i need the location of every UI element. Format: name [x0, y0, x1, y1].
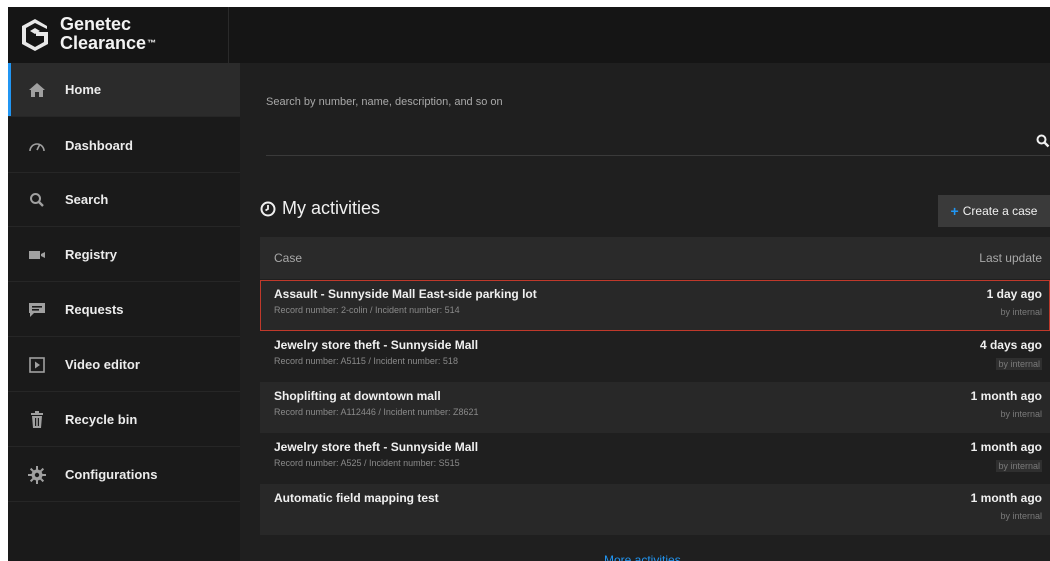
- gauge-icon: [28, 137, 46, 155]
- sidebar-item-configurations[interactable]: Configurations: [8, 448, 240, 502]
- create-case-button[interactable]: + Create a case: [938, 195, 1050, 227]
- sidebar-item-video-editor[interactable]: Video editor: [8, 338, 240, 392]
- search-input[interactable]: Search by number, name, description, and…: [266, 96, 503, 108]
- brand[interactable]: Genetec Clearance™: [8, 7, 240, 63]
- sidebar-item-label: Recycle bin: [65, 412, 138, 427]
- table-row[interactable]: Automatic field mapping test 1 month ago…: [260, 484, 1050, 535]
- sidebar-item-label: Registry: [65, 247, 118, 262]
- case-title: Shoplifting at downtown mall: [274, 389, 441, 403]
- video-camera-icon: [28, 246, 46, 264]
- case-title: Jewelry store theft - Sunnyside Mall: [274, 338, 479, 352]
- table-row[interactable]: Shoplifting at downtown mall Record numb…: [260, 382, 1050, 433]
- table-row[interactable]: Jewelry store theft - Sunnyside Mall Rec…: [260, 433, 1050, 484]
- sidebar-item-home[interactable]: Home: [8, 63, 240, 117]
- updated-by: by internal: [1000, 307, 1042, 317]
- case-title: Automatic field mapping test: [274, 491, 439, 505]
- trash-icon: [28, 410, 46, 429]
- chat-bubble-icon: [28, 301, 46, 319]
- genetec-logo-icon: [22, 19, 48, 51]
- last-update-time: 1 month ago: [970, 491, 1042, 505]
- sidebar: Home Dashboard Search Registry Requests: [8, 63, 240, 561]
- sidebar-item-label: Dashboard: [65, 138, 133, 153]
- last-update-time: 1 month ago: [970, 440, 1042, 454]
- brand-wordmark: Genetec Clearance™: [60, 15, 156, 53]
- table-header: Case Last update: [260, 237, 1050, 279]
- sidebar-item-label: Configurations: [65, 467, 158, 482]
- more-activities-link[interactable]: More activities: [604, 553, 681, 561]
- section-title: My activities: [260, 198, 380, 219]
- sidebar-item-recycle-bin[interactable]: Recycle bin: [8, 393, 240, 447]
- sidebar-item-search[interactable]: Search: [8, 173, 240, 227]
- brand-line-2: Clearance™: [60, 34, 156, 53]
- sidebar-item-registry[interactable]: Registry: [8, 228, 240, 282]
- column-header-last-update: Last update: [979, 251, 1042, 265]
- plus-icon: +: [950, 203, 959, 219]
- last-update-time: 1 day ago: [986, 287, 1042, 301]
- sidebar-item-requests[interactable]: Requests: [8, 283, 240, 337]
- home-icon: [28, 81, 46, 99]
- clock-icon: [260, 201, 276, 216]
- case-numbers: Record number: A5115 / Incident number: …: [274, 356, 458, 366]
- create-case-label: Create a case: [962, 204, 1038, 218]
- search-icon: [28, 191, 46, 209]
- activities-table: Case Last update Assault - Sunnyside Mal…: [260, 237, 1050, 537]
- sidebar-item-dashboard[interactable]: Dashboard: [8, 119, 240, 173]
- updated-by: by internal: [1000, 511, 1042, 521]
- brand-line-2-text: Clearance: [60, 33, 147, 53]
- play-box-icon: [28, 356, 46, 374]
- search-underline: [266, 155, 1050, 156]
- case-title: Assault - Sunnyside Mall East-side parki…: [274, 287, 537, 301]
- last-update-time: 4 days ago: [979, 338, 1042, 352]
- search-icon[interactable]: [1036, 134, 1050, 148]
- case-numbers: Record number: A525 / Incident number: S…: [274, 458, 460, 468]
- updated-by: by internal: [1000, 409, 1042, 419]
- sidebar-item-label: Search: [65, 192, 109, 207]
- case-title: Jewelry store theft - Sunnyside Mall: [274, 440, 479, 454]
- table-row[interactable]: Assault - Sunnyside Mall East-side parki…: [260, 280, 1050, 331]
- sidebar-item-label: Requests: [65, 302, 124, 317]
- main-content: Search by number, name, description, and…: [240, 63, 1050, 561]
- gear-icon: [28, 465, 46, 484]
- brand-trademark: ™: [147, 38, 157, 48]
- table-row[interactable]: Jewelry store theft - Sunnyside Mall Rec…: [260, 331, 1050, 382]
- top-bar: Genetec Clearance™: [8, 7, 1050, 63]
- last-update-time: 1 month ago: [970, 389, 1042, 403]
- case-numbers: Record number: 2-colin / Incident number…: [274, 305, 460, 315]
- brand-line-1: Genetec: [60, 14, 132, 34]
- sidebar-item-label: Video editor: [65, 357, 140, 372]
- column-header-case: Case: [274, 251, 303, 265]
- section-title-text: My activities: [282, 198, 381, 218]
- updated-by: by internal: [996, 460, 1042, 472]
- updated-by: by internal: [996, 358, 1042, 370]
- sidebar-item-label: Home: [65, 82, 102, 97]
- case-numbers: Record number: A112446 / Incident number…: [274, 407, 479, 417]
- app-window: Genetec Clearance™ Home Dashboard Search: [8, 7, 1050, 561]
